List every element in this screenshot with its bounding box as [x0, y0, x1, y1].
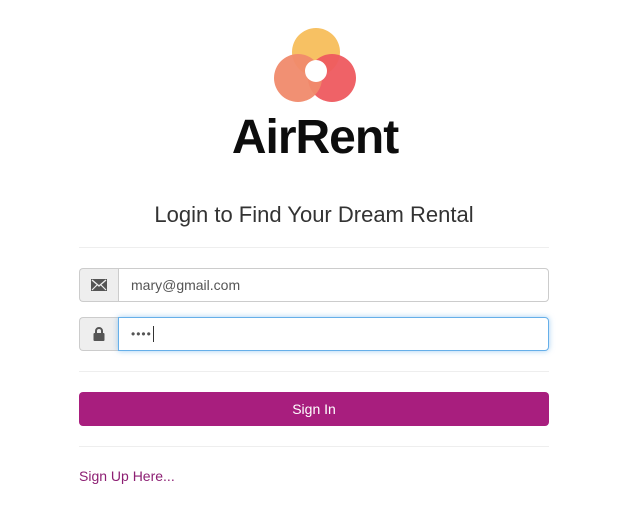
- email-field[interactable]: mary@gmail.com: [118, 268, 549, 302]
- sign-up-link[interactable]: Sign Up Here...: [79, 468, 175, 484]
- password-field[interactable]: ••••: [118, 317, 549, 351]
- brand-name: AirRent: [231, 111, 399, 164]
- login-heading: Login to Find Your Dream Rental: [154, 202, 474, 227]
- email-value: mary@gmail.com: [131, 277, 241, 293]
- divider-top: [79, 247, 549, 248]
- text-caret: [152, 326, 154, 342]
- airrent-logo-icon: [274, 28, 356, 102]
- lock-icon: [79, 317, 118, 351]
- envelope-icon: [79, 268, 118, 302]
- divider-bottom: [79, 446, 549, 447]
- login-page: AirRent Login to Find Your Dream Rental …: [0, 0, 623, 527]
- divider-middle: [79, 371, 549, 372]
- password-input-group: ••••: [79, 317, 549, 351]
- sign-in-button[interactable]: Sign In: [79, 392, 549, 426]
- email-input-group: mary@gmail.com: [79, 268, 549, 302]
- password-masked-value: ••••: [131, 327, 152, 341]
